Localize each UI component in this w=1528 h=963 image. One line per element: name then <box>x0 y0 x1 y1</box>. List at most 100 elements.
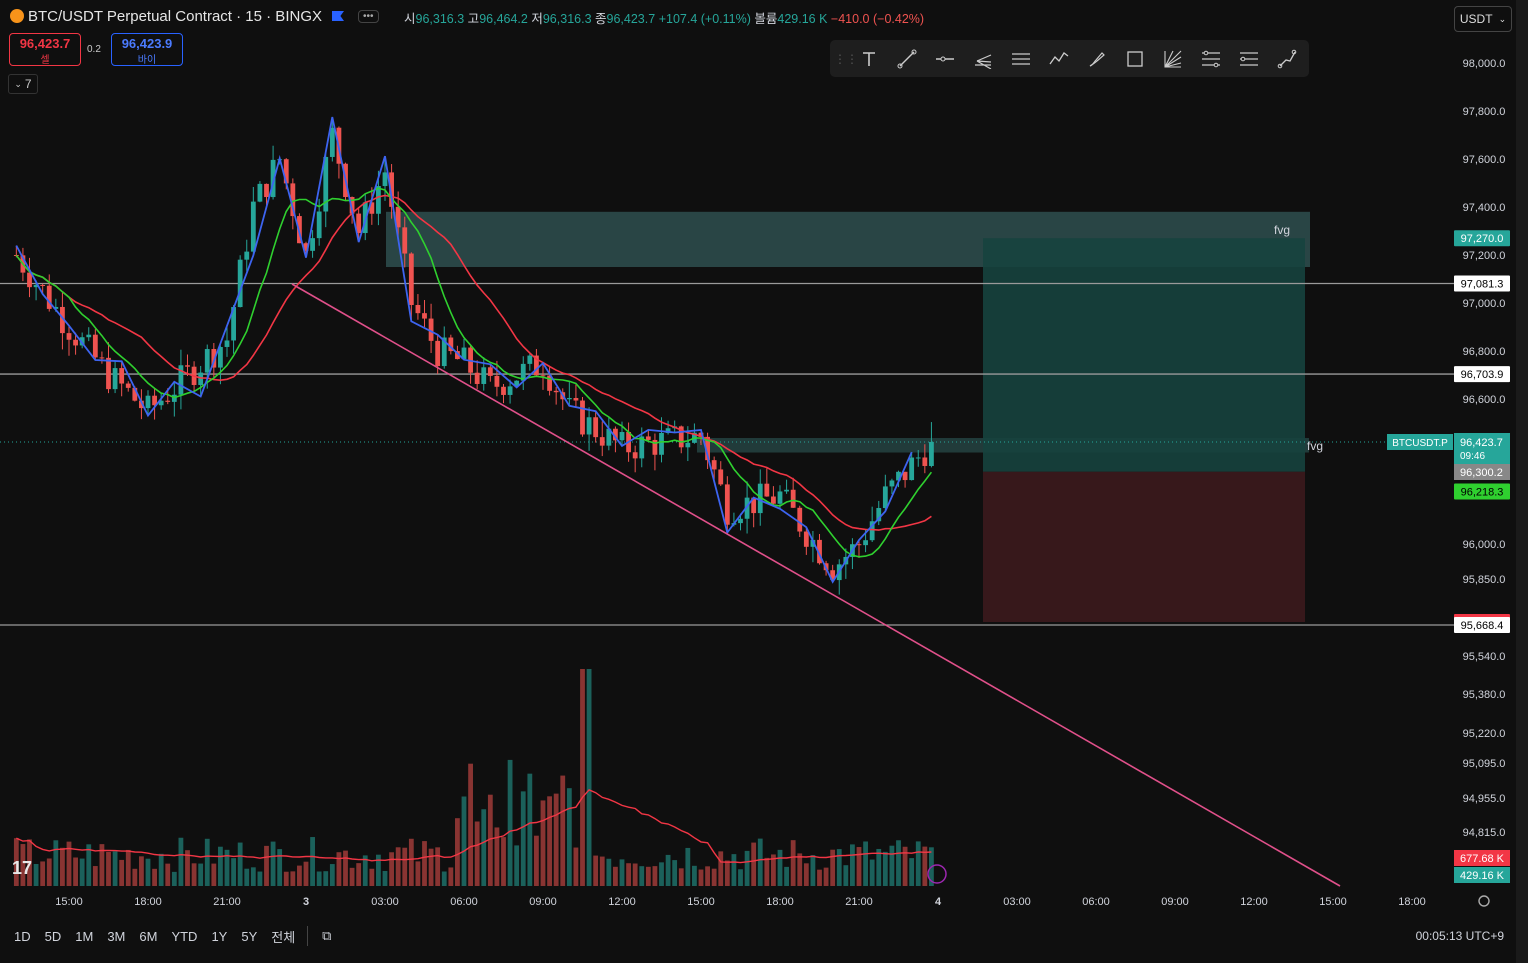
candle-body <box>376 186 381 214</box>
symbol-title[interactable]: BTC/USDT Perpetual Contract · 15 · BINGX <box>28 8 322 25</box>
range-button-1m[interactable]: 1M <box>75 929 93 944</box>
currency-select[interactable]: USDT ⌄ <box>1454 6 1512 32</box>
volume-bar <box>580 669 585 886</box>
open-value: 96,316.3 <box>415 12 465 26</box>
brush-icon[interactable] <box>1078 44 1116 74</box>
candle-body <box>909 457 915 481</box>
range-button-ytd[interactable]: YTD <box>171 929 197 944</box>
sell-button[interactable]: 96,423.7 셀 <box>9 33 81 66</box>
trend-line-icon[interactable] <box>888 44 926 74</box>
candle-body <box>797 507 803 532</box>
time-tick-label: 4 <box>935 896 942 908</box>
price-axis[interactable]: 98,000.0 97,800.0 97,600.0 97,400.0 97,200.0… <box>1387 0 1516 963</box>
volume-change: −410.0 (−0.42%) <box>830 12 925 26</box>
buy-label: 바이 <box>137 55 157 66</box>
candle-body <box>112 368 118 390</box>
volume-bar <box>60 847 65 886</box>
candle-body <box>99 357 105 359</box>
parallel-channel-icon[interactable] <box>1002 44 1040 74</box>
rectangle-icon[interactable] <box>1116 44 1154 74</box>
indicator-count: 7 <box>24 77 32 91</box>
volume-bar <box>198 863 204 886</box>
candle-body <box>204 349 210 373</box>
price-tick-label: 95,220.0 <box>1463 728 1506 740</box>
volume-bar <box>349 867 355 886</box>
chevron-down-icon: ⌄ <box>14 78 22 89</box>
candle-body <box>580 400 585 435</box>
candle-body <box>724 484 730 525</box>
range-button-전체[interactable]: 전체 <box>271 927 295 946</box>
volume-bar <box>139 856 144 886</box>
time-tick-label: 15:00 <box>687 896 715 908</box>
range-button-1d[interactable]: 1D <box>14 929 31 944</box>
candle-body <box>790 489 796 508</box>
volume-bar <box>724 860 730 886</box>
volume-bar <box>112 851 118 886</box>
time-tick-label: 03:00 <box>1003 896 1031 908</box>
horizontal-ray-icon[interactable] <box>926 44 964 74</box>
gann-fan-icon[interactable] <box>1154 44 1192 74</box>
time-axis[interactable]: 15:00 18:00 21:00 3 03:00 06:00 09:00 12:00 15:0… <box>55 895 1490 908</box>
volume-bar <box>165 863 171 886</box>
close-label: 종 <box>595 12 607 26</box>
fib-extension-icon[interactable] <box>1230 44 1268 74</box>
volume-bar <box>481 809 487 886</box>
volume-bar <box>626 863 631 886</box>
volume-bar <box>593 855 599 886</box>
range-button-5d[interactable]: 5D <box>45 929 62 944</box>
indicators-toggle[interactable]: ⌄ 7 <box>8 74 38 94</box>
buy-button[interactable]: 96,423.9 바이 <box>111 33 183 66</box>
candle-body <box>106 357 111 390</box>
range-button-6m[interactable]: 6M <box>139 929 157 944</box>
flag-icon[interactable] <box>332 11 344 21</box>
volume-bar <box>810 855 816 886</box>
candle-body <box>738 518 743 524</box>
current-price-label: 96,423.7 <box>1460 437 1503 449</box>
candle-body <box>771 496 776 504</box>
volume-bar <box>303 861 309 886</box>
pitchfork-icon[interactable] <box>964 44 1002 74</box>
range-button-1y[interactable]: 1Y <box>211 929 227 944</box>
volume-bar <box>237 842 243 886</box>
chart-canvas[interactable]: 98,000.0 97,800.0 97,600.0 97,400.0 97,200.0… <box>0 0 1528 963</box>
candle-body <box>507 386 513 395</box>
currency-label: USDT <box>1459 12 1493 26</box>
date-range-icon[interactable]: ⧉ <box>322 928 331 944</box>
volume-bar <box>560 775 566 886</box>
volume-bar <box>909 858 915 886</box>
zigzag-tool-icon[interactable] <box>1040 44 1078 74</box>
price-tick-label: 98,000.0 <box>1463 58 1506 70</box>
sell-label: 셀 <box>40 55 50 66</box>
volume-bar <box>632 863 638 886</box>
candle-body <box>408 253 414 306</box>
candle-body <box>310 238 315 251</box>
price-tick-label: 96,000.0 <box>1463 539 1506 551</box>
clock-display[interactable]: 00:05:13 UTC+9 <box>1416 929 1504 943</box>
range-button-5y[interactable]: 5Y <box>241 929 257 944</box>
price-tick-label: 95,540.0 <box>1463 651 1506 663</box>
more-options-button[interactable]: ••• <box>358 9 379 23</box>
price-tick-label: 95,850.0 <box>1463 574 1506 586</box>
volume-bar <box>850 844 855 886</box>
candle-body <box>882 486 888 509</box>
price-tick-label: 97,400.0 <box>1463 202 1506 214</box>
candle-body <box>481 367 487 384</box>
volume-bar <box>106 851 111 886</box>
text-tool-icon[interactable] <box>850 44 888 74</box>
volume-bar <box>191 863 197 886</box>
volume-bar <box>125 849 131 886</box>
volume-bar <box>803 863 809 886</box>
volume-bar <box>178 837 184 886</box>
drag-handle-icon[interactable]: ⋮⋮ <box>834 52 858 66</box>
time-tick-label: 18:00 <box>1398 896 1426 908</box>
candle-body <box>66 333 72 340</box>
volume-bar <box>264 845 269 886</box>
range-button-3m[interactable]: 3M <box>107 929 125 944</box>
path-tool-icon[interactable] <box>1268 44 1306 74</box>
fib-retracement-icon[interactable] <box>1192 44 1230 74</box>
volume-bar <box>468 763 473 886</box>
candle-body <box>73 339 78 346</box>
price-tick-label: 95,095.0 <box>1463 758 1506 770</box>
volume-bar <box>231 858 236 886</box>
volume-bar <box>790 840 796 886</box>
